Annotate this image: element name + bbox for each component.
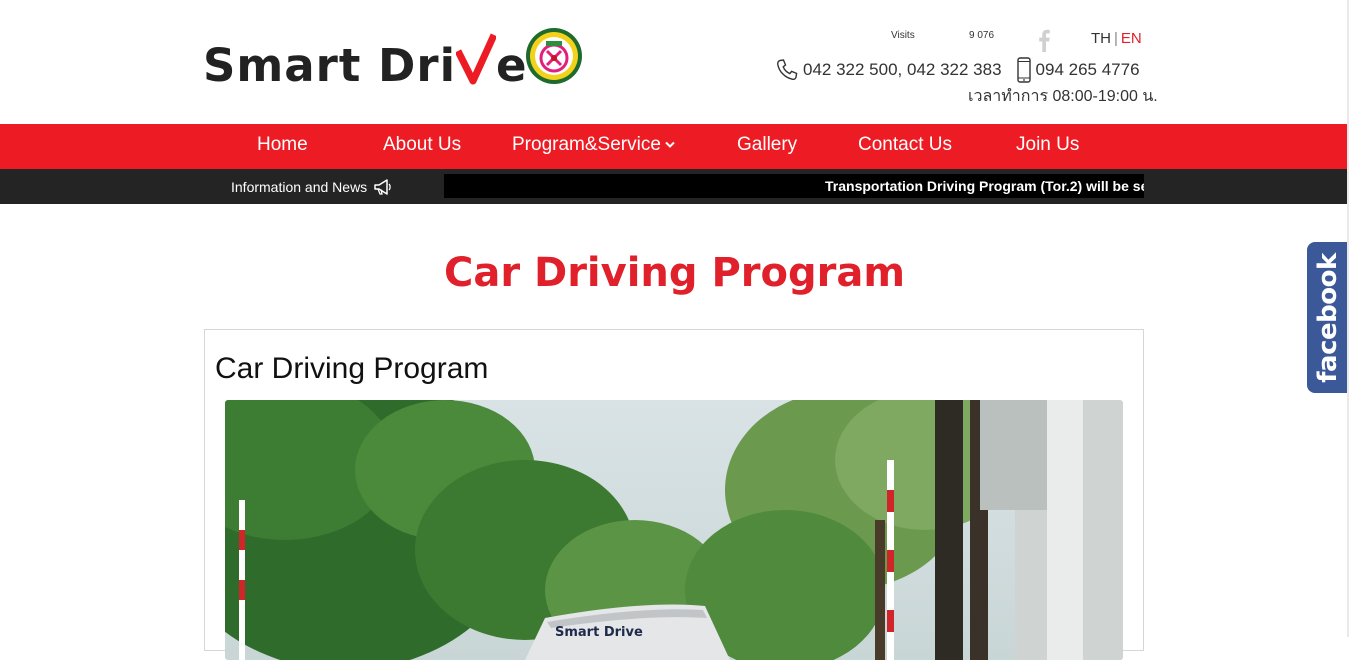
mobile-icon: [1016, 57, 1031, 83]
lang-en-link[interactable]: EN: [1121, 30, 1142, 47]
language-switcher: TH | EN: [1091, 30, 1142, 47]
main-nav: Home About Us Program&Service Gallery Co…: [0, 124, 1349, 169]
nav-about-us[interactable]: About Us: [383, 124, 461, 169]
facebook-sidebar-tab[interactable]: facebook: [1307, 242, 1349, 393]
news-ticker[interactable]: Transportation Driving Program (Tor.2) w…: [444, 174, 1144, 198]
page-title: Car Driving Program: [443, 250, 905, 296]
logo-wordmark: Smart Dri e: [203, 33, 528, 88]
phone-icon: [777, 59, 798, 80]
logo-text-end: e: [496, 38, 528, 92]
lang-separator: |: [1114, 30, 1118, 47]
ticker-text[interactable]: Transportation Driving Program (Tor.2) w…: [825, 178, 1144, 194]
program-photo-image: Smart Drive: [225, 400, 1123, 660]
lang-th-link[interactable]: TH: [1091, 30, 1111, 47]
program-photo: Smart Drive: [225, 400, 1123, 660]
chevron-down-icon: [665, 141, 675, 148]
megaphone-icon: [374, 179, 391, 195]
visits-label: Visits: [891, 30, 915, 41]
facebook-icon[interactable]: [1036, 28, 1052, 52]
section-title: Car Driving Program: [215, 352, 489, 385]
news-bar: Information and News Transportation Driv…: [0, 169, 1349, 204]
nav-contact-us[interactable]: Contact Us: [858, 124, 952, 169]
mobile-number[interactable]: 094 265 4776: [1036, 60, 1140, 80]
seal-icon: [526, 28, 582, 84]
nav-join-us[interactable]: Join Us: [1016, 124, 1079, 169]
svg-text:Smart Drive: Smart Drive: [555, 625, 643, 640]
news-label-text: Information and News: [231, 179, 368, 195]
nav-program-service-label: Program&Service: [512, 134, 661, 155]
checkmark-icon: [454, 33, 498, 84]
nav-gallery[interactable]: Gallery: [737, 124, 797, 169]
visits-counter: 9 076: [969, 30, 995, 41]
program-content-box: Car Driving Program Smart Drive: [204, 329, 1144, 660]
site-header: Smart Dri e Visits 9 076 TH | EN 042 322 50…: [0, 0, 1349, 124]
contact-phones: 042 322 500, 042 322 383 094 265 4776: [775, 57, 1140, 83]
landline-numbers[interactable]: 042 322 500, 042 322 383: [803, 60, 1002, 80]
nav-home[interactable]: Home: [257, 124, 308, 169]
nav-program-service[interactable]: Program&Service: [512, 124, 675, 169]
facebook-tab-label: facebook: [1313, 252, 1343, 383]
site-logo[interactable]: Smart Dri e: [203, 28, 582, 90]
logo-text: Smart Dri: [203, 38, 457, 92]
news-label: Information and News: [231, 178, 394, 196]
business-hours: เวลาทำการ 08:00-19:00 น.: [968, 88, 1158, 105]
